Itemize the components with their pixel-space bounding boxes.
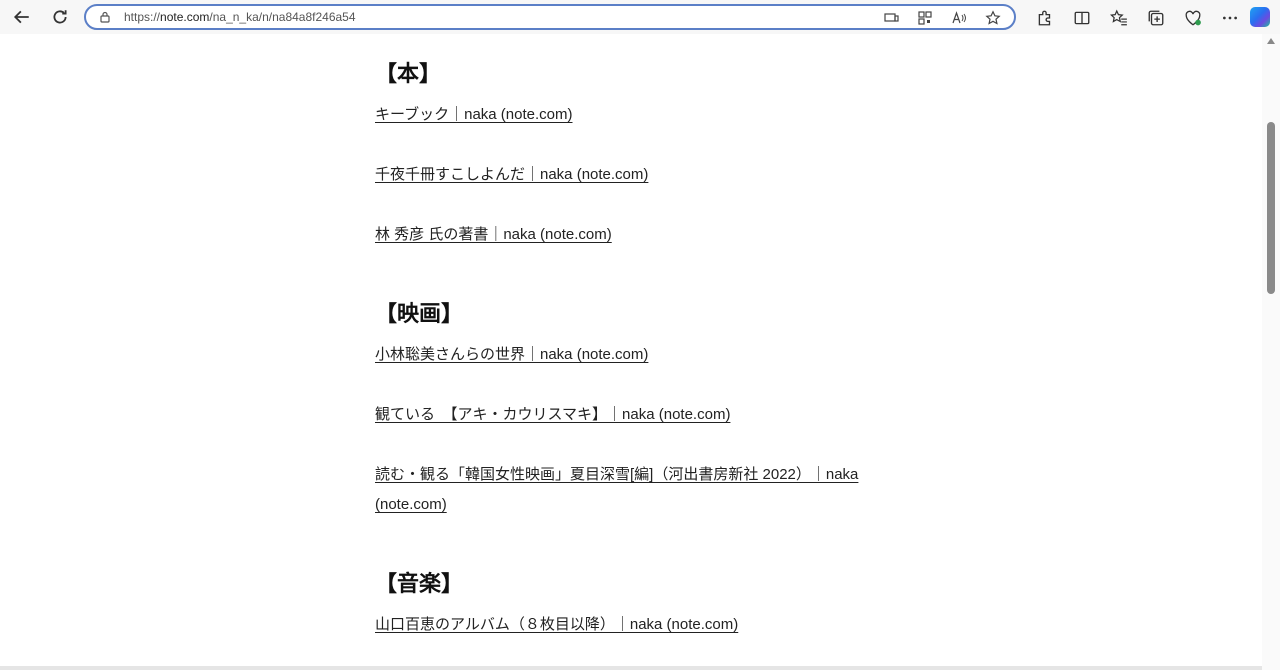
favorites-icon (1109, 9, 1127, 26)
read-aloud-icon (952, 11, 966, 24)
link-korean-women-film[interactable]: 読む・観る「韓国女性映画」夏目深雪[編]（河出書房新社 2022）｜naka (… (375, 460, 875, 520)
url-scheme: https:// (124, 10, 161, 24)
link-hayashi-hidehiko[interactable]: 林 秀彦 氏の著書｜naka (note.com) (375, 220, 612, 250)
link-aki-kaurismaki[interactable]: 観ている 【アキ・カウリスマキ】｜naka (note.com) (375, 400, 730, 430)
vertical-scrollbar[interactable] (1262, 34, 1280, 670)
refresh-button[interactable] (44, 1, 76, 33)
section-title-music: 【音楽】 (375, 571, 464, 596)
browser-toolbar: https://note.com/na_n_ka/n/na84a8f246a54 (0, 0, 1280, 34)
refresh-icon (53, 10, 67, 24)
address-bar[interactable]: https://note.com/na_n_ka/n/na84a8f246a54 (84, 4, 1016, 30)
url-text[interactable]: https://note.com/na_n_ka/n/na84a8f246a54 (124, 10, 356, 24)
puzzle-icon (1038, 10, 1050, 26)
favorite-button[interactable] (980, 8, 1006, 28)
split-screen-icon (1074, 11, 1089, 25)
link-yamaguchi-momoe[interactable]: 山口百恵のアルバム（８枚目以降）｜naka (note.com) (375, 610, 738, 640)
qr-code-button[interactable] (912, 8, 938, 28)
favorites-button[interactable] (1100, 2, 1137, 34)
extensions-button[interactable] (1026, 2, 1063, 34)
browser-essentials-button[interactable] (1174, 2, 1211, 34)
link-senya-sensatsu[interactable]: 千夜千冊すこしよんだ｜naka (note.com) (375, 160, 648, 190)
section-title-movies: 【映画】 (375, 301, 464, 326)
app-icon (884, 13, 899, 22)
heart-pulse-icon (1185, 10, 1201, 26)
copilot-icon[interactable] (1250, 7, 1270, 27)
app-available-button[interactable] (878, 8, 904, 28)
more-dots-icon (1222, 16, 1237, 20)
scroll-up-arrow-icon[interactable] (1267, 38, 1275, 44)
collections-button[interactable] (1137, 2, 1174, 34)
scroll-thumb[interactable] (1267, 122, 1275, 294)
lock-icon (100, 11, 110, 23)
link-key-book[interactable]: キーブック｜naka (note.com) (375, 100, 573, 130)
link-kobayashi-satomi[interactable]: 小林聡美さんらの世界｜naka (note.com) (375, 340, 648, 370)
bottom-border (0, 666, 1262, 670)
arrow-left-icon (13, 10, 29, 24)
qr-code-icon (918, 11, 932, 25)
url-path: /na_n_ka/n/na84a8f246a54 (209, 10, 356, 24)
back-button[interactable] (6, 1, 38, 33)
read-aloud-button[interactable] (946, 8, 972, 28)
page-content: 【本】 キーブック｜naka (note.com) 千夜千冊すこしよんだ｜nak… (0, 34, 1262, 670)
url-host: note.com (160, 10, 210, 24)
star-icon (985, 10, 1001, 25)
split-screen-button[interactable] (1063, 2, 1100, 34)
collections-icon (1148, 10, 1163, 26)
section-title-books: 【本】 (375, 61, 442, 86)
settings-more-button[interactable] (1211, 2, 1248, 34)
